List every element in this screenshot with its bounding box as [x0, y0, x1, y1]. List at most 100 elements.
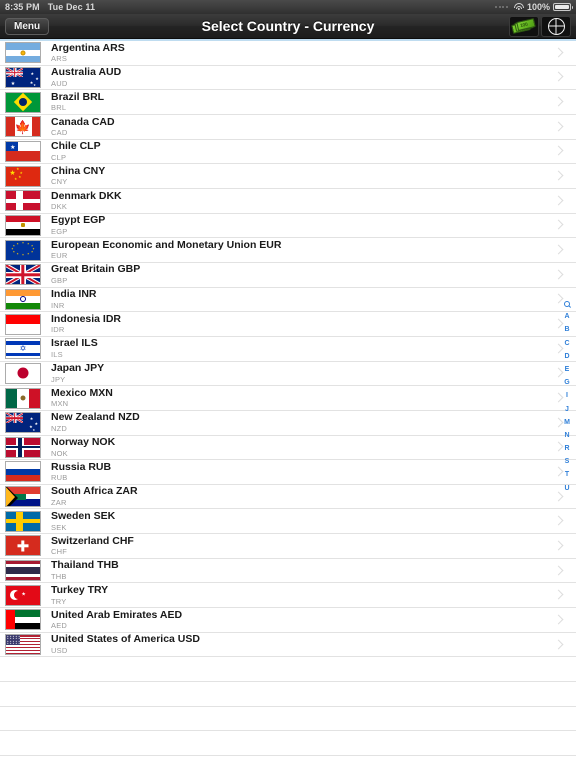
table-row[interactable]: United Arab Emirates AED AED	[0, 608, 576, 633]
row-text: Thailand THB THB	[51, 560, 554, 581]
nav-actions	[509, 15, 571, 37]
status-right-group: 100%	[495, 2, 573, 12]
table-row[interactable]: Switzerland CHF CHF	[0, 534, 576, 559]
flag-icon-ch	[5, 535, 41, 557]
index-letter[interactable]: R	[559, 442, 575, 455]
country-currency-name: Canada CAD	[51, 116, 115, 128]
alphabet-index-bar[interactable]: ABCDEGIJMNRSTU	[559, 297, 575, 495]
table-row[interactable]: ★ ★ ★ ★ ★ ★ ★ ★ ★ ★ ★ ★ ★ ★ ★ ★ ★ ★ ★ ★ United States of Ame…	[0, 632, 576, 658]
row-text: China CNY CNY	[51, 166, 554, 187]
flag-icon-th	[5, 560, 41, 582]
currency-code: NZD	[51, 423, 68, 433]
row-text: Mexico MXN MXN	[51, 388, 554, 409]
index-letter[interactable]: D	[559, 350, 575, 363]
row-text: Great Britain GBP GBP	[51, 264, 554, 285]
row-text: Russia RUB RUB	[51, 462, 554, 483]
index-letter[interactable]: E	[559, 363, 575, 376]
flag-icon-ae	[5, 609, 41, 631]
table-row[interactable]: Mexico MXN MXN	[0, 386, 576, 411]
table-row[interactable]: Sweden SEK SEK	[0, 509, 576, 535]
table-row[interactable]: Indonesia IDR IDR	[0, 312, 576, 337]
country-currency-name: Denmark DKK	[51, 190, 122, 202]
index-letter[interactable]: C	[559, 337, 575, 350]
row-text: Switzerland CHF CHF	[51, 536, 554, 557]
menu-button[interactable]: Menu	[5, 17, 50, 35]
chevron-right-icon	[554, 613, 562, 626]
country-currency-name: Norway NOK	[51, 437, 116, 449]
table-row[interactable]: Thailand THB THB	[0, 558, 576, 584]
flag-icon-ca: 🍁	[5, 116, 41, 138]
index-letter[interactable]: B	[559, 323, 575, 336]
country-currency-name: United States of America USD	[51, 634, 200, 646]
chevron-right-icon	[554, 515, 562, 528]
status-bar: 8:35 PM Tue Dec 11 100%	[0, 0, 576, 14]
country-currency-list[interactable]: Argentina ARS ARS ★ ★ ★ ★ ★ Australia AUD AUD Bra…	[0, 41, 576, 757]
country-currency-name: Indonesia IDR	[51, 313, 122, 325]
currency-code: SEK	[51, 522, 67, 532]
country-currency-name: Argentina ARS	[51, 42, 125, 54]
index-letter[interactable]: A	[559, 310, 575, 323]
country-currency-name: Sweden SEK	[51, 511, 116, 523]
currency-code: INR	[51, 300, 65, 310]
row-text: South Africa ZAR ZAR	[51, 486, 554, 507]
table-row[interactable]: Norway NOK NOK	[0, 435, 576, 461]
table-row[interactable]: Russia RUB RUB	[0, 460, 576, 485]
row-text: Australia AUD AUD	[51, 67, 554, 88]
table-row[interactable]: Egypt EGP EGP	[0, 213, 576, 239]
flag-icon-au: ★ ★ ★ ★ ★	[5, 66, 41, 88]
table-row[interactable]: Argentina ARS ARS	[0, 41, 576, 66]
row-text: Argentina ARS ARS	[51, 43, 554, 64]
table-row[interactable]: ★ ★ ★ ★ ★ ★ ★ ★ ★ ★ ★ ★ European Economic and Moneta…	[0, 238, 576, 263]
index-letter[interactable]: G	[559, 376, 575, 389]
row-text: Israel ILS ILS	[51, 338, 554, 359]
content-area: Argentina ARS ARS ★ ★ ★ ★ ★ Australia AUD AUD Bra…	[0, 39, 576, 767]
table-row[interactable]: ★ Chile CLP CLP	[0, 139, 576, 165]
table-row[interactable]: India INR INR	[0, 287, 576, 313]
chevron-right-icon	[554, 638, 562, 651]
country-currency-name: United Arab Emirates AED	[51, 609, 183, 621]
table-row[interactable]: ★ ★ ★ ★ New Zealand NZD NZD	[0, 410, 576, 436]
currency-code: ZAR	[51, 497, 67, 507]
currency-rates-button[interactable]	[509, 15, 539, 37]
flag-icon-eg	[5, 214, 41, 236]
country-currency-name: South Africa ZAR	[51, 486, 138, 498]
table-row[interactable]: 🍁 Canada CAD CAD	[0, 114, 576, 140]
globe-button[interactable]	[541, 15, 571, 37]
table-row[interactable]: Brazil BRL BRL	[0, 90, 576, 115]
flag-icon-ar	[5, 42, 41, 64]
table-row[interactable]: ✡ Israel ILS ILS	[0, 336, 576, 362]
country-currency-name: Chile CLP	[51, 141, 101, 153]
flag-icon-cn: ★ ★ ★ ★ ★	[5, 165, 41, 187]
currency-code: AED	[51, 621, 68, 631]
table-row[interactable]: Great Britain GBP GBP	[0, 262, 576, 288]
index-letter[interactable]: T	[559, 468, 575, 481]
table-row[interactable]: ★ ★ ★ ★ ★ Australia AUD AUD	[0, 65, 576, 91]
page-title: Select Country - Currency	[201, 18, 375, 34]
index-letter[interactable]: I	[559, 389, 575, 402]
index-letter[interactable]: M	[559, 416, 575, 429]
index-letter[interactable]: N	[559, 429, 575, 442]
flag-icon-dk	[5, 190, 41, 212]
currency-code: THB	[51, 571, 67, 581]
index-letter[interactable]: J	[559, 403, 575, 416]
row-text: Sweden SEK SEK	[51, 511, 554, 532]
table-row[interactable]: ★ Turkey TRY TRY	[0, 583, 576, 609]
country-currency-name: Switzerland CHF	[51, 535, 134, 547]
table-row[interactable]: Japan JPY JPY	[0, 361, 576, 387]
flag-icon-br	[5, 91, 41, 113]
index-letter[interactable]: U	[559, 482, 575, 495]
flag-icon-nz: ★ ★ ★ ★	[5, 412, 41, 434]
table-row[interactable]: South Africa ZAR ZAR	[0, 484, 576, 510]
currency-code: GBP	[51, 275, 68, 285]
search-icon[interactable]	[564, 297, 570, 310]
currency-code: IDR	[51, 325, 65, 335]
country-currency-name: Russia RUB	[51, 461, 112, 473]
index-letter[interactable]: S	[559, 455, 575, 468]
currency-code: USD	[51, 645, 68, 655]
table-row[interactable]: Denmark DKK DKK	[0, 188, 576, 214]
currency-code: ILS	[51, 349, 63, 359]
table-row[interactable]: ★ ★ ★ ★ ★ China CNY CNY	[0, 164, 576, 189]
row-text: European Economic and Monetary Union EUR…	[51, 240, 554, 261]
currency-code: MXN	[51, 399, 69, 409]
chevron-right-icon	[554, 96, 562, 109]
